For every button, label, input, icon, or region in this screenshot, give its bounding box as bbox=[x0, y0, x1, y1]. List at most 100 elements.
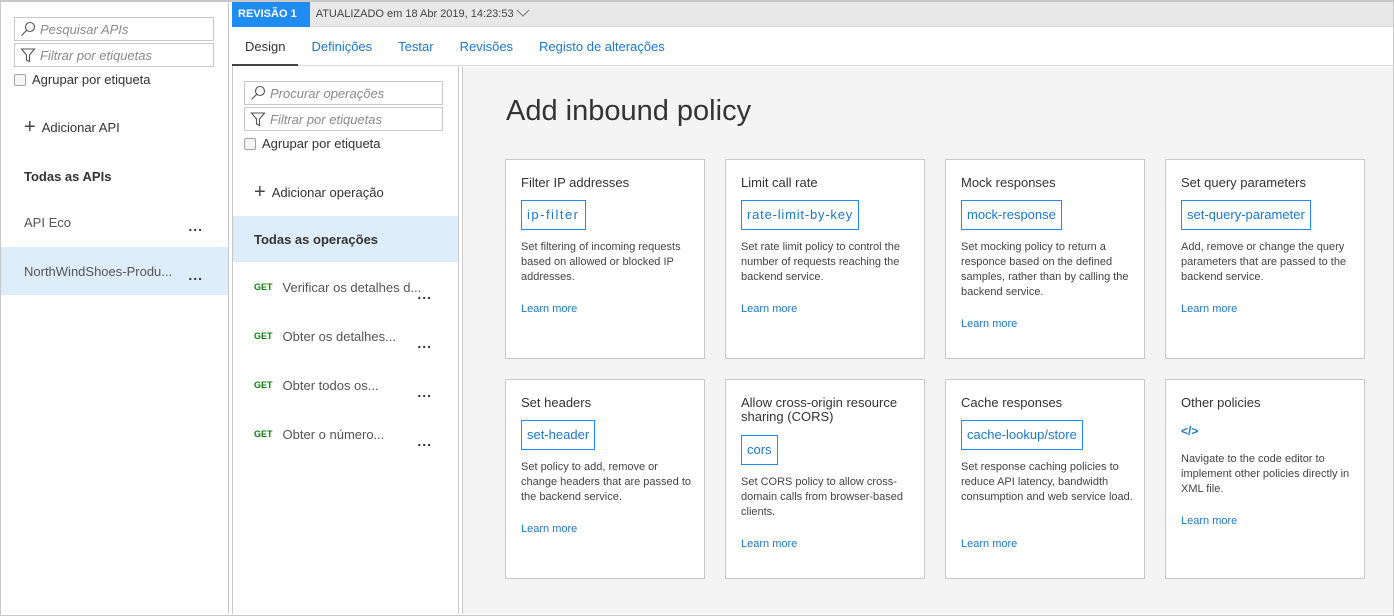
learn-more-link[interactable]: Learn more bbox=[961, 538, 1017, 550]
operation-item[interactable]: GET Obter todos os... ... bbox=[233, 362, 458, 408]
card-description: Navigate to the code editor to implement… bbox=[1181, 453, 1350, 495]
operation-item[interactable]: GET Obter o número... ... bbox=[233, 411, 458, 457]
search-icon bbox=[19, 20, 37, 38]
api-name: NorthWindShoes-Produ... bbox=[24, 263, 173, 279]
learn-more-link[interactable]: Learn more bbox=[1181, 303, 1237, 315]
revision-bar: REVISÃO 1 ATUALIZADO em 18 Abr 2019, 14:… bbox=[232, 1, 1393, 27]
http-verb-badge: GET bbox=[254, 380, 273, 390]
all-apis-title[interactable]: Todas as APIs bbox=[24, 169, 111, 184]
more-options-icon[interactable]: ... bbox=[417, 434, 432, 448]
operation-filter-input[interactable] bbox=[270, 111, 440, 127]
operation-name: Obter os detalhes... bbox=[282, 328, 396, 344]
more-options-icon[interactable]: ... bbox=[188, 219, 203, 233]
policy-card-set-query-parameter[interactable]: Set query parameters set-query-parameter… bbox=[1165, 159, 1365, 359]
policy-code-button[interactable]: set-query-parameter bbox=[1181, 200, 1311, 230]
api-list-item[interactable]: NorthWindShoes-Produ... ... bbox=[1, 247, 228, 295]
policy-card-cache[interactable]: Cache responses cache-lookup/store Set r… bbox=[945, 379, 1145, 579]
policy-card-rate-limit[interactable]: Limit call rate rate-limit-by-key Set ra… bbox=[725, 159, 925, 359]
policy-card-other[interactable]: Other policies </> Navigate to the code … bbox=[1165, 379, 1365, 579]
policy-card-set-header[interactable]: Set headers set-header Set policy to add… bbox=[505, 379, 705, 579]
api-search-input[interactable] bbox=[40, 21, 210, 37]
all-operations-item[interactable]: Todas as operações bbox=[233, 216, 458, 262]
tab-test[interactable]: Testar bbox=[385, 28, 446, 66]
api-filter-input[interactable] bbox=[40, 47, 210, 63]
page-title: Add inbound policy bbox=[506, 95, 752, 127]
api-list-item[interactable]: API Eco ... bbox=[1, 198, 228, 246]
group-by-tag-label: Agrupar por etiqueta bbox=[32, 72, 151, 87]
card-title: Other policies bbox=[1181, 395, 1261, 410]
more-options-icon[interactable]: ... bbox=[417, 385, 432, 399]
group-by-tag-checkbox[interactable] bbox=[244, 137, 256, 150]
api-group-by-tag[interactable]: Agrupar por etiqueta bbox=[14, 72, 151, 87]
code-icon[interactable]: </> bbox=[1181, 424, 1198, 438]
add-operation-button[interactable]: + Adicionar operação bbox=[254, 182, 384, 202]
revision-selector[interactable]: ATUALIZADO em 18 Abr 2019, 14:23:53 bbox=[316, 8, 530, 21]
learn-more-link[interactable]: Learn more bbox=[961, 318, 1017, 330]
api-list-panel: Agrupar por etiqueta + Adicionar API Tod… bbox=[1, 2, 229, 614]
card-title: Set query parameters bbox=[1181, 175, 1307, 190]
group-by-tag-checkbox[interactable] bbox=[14, 73, 26, 86]
policy-code-button[interactable]: cors bbox=[741, 435, 778, 465]
group-by-tag-label: Agrupar por etiqueta bbox=[262, 136, 381, 151]
card-description: Set response caching policies to reduce … bbox=[961, 461, 1133, 503]
operation-search-box[interactable] bbox=[244, 81, 443, 105]
policy-card-cors[interactable]: Allow cross-origin resource sharing (COR… bbox=[725, 379, 925, 579]
updated-text: ATUALIZADO em 18 Abr 2019, 14:23:53 bbox=[315, 8, 514, 20]
policy-card-ip-filter[interactable]: Filter IP addresses ip-filter Set filter… bbox=[505, 159, 705, 359]
http-verb-badge: GET bbox=[254, 331, 273, 341]
http-verb-badge: GET bbox=[254, 282, 273, 292]
policy-code-button[interactable]: rate-limit-by-key bbox=[741, 200, 860, 230]
tab-bar: Design Definições Testar Revisões Regist… bbox=[232, 28, 1393, 67]
card-title: Set headers bbox=[521, 395, 592, 410]
card-title: Mock responses bbox=[961, 175, 1056, 190]
policy-card-mock-response[interactable]: Mock responses mock-response Set mocking… bbox=[945, 159, 1145, 359]
card-title: Limit call rate bbox=[741, 175, 818, 190]
plus-icon: + bbox=[24, 116, 36, 138]
revision-badge: REVISÃO 1 bbox=[232, 1, 310, 27]
operation-filter-box[interactable] bbox=[244, 107, 443, 131]
learn-more-link[interactable]: Learn more bbox=[521, 303, 577, 315]
operation-name: Obter todos os... bbox=[282, 377, 379, 393]
card-description: Set policy to add, remove or change head… bbox=[521, 461, 692, 503]
card-description: Set mocking policy to return a responce … bbox=[961, 241, 1129, 298]
operation-name: Obter o número... bbox=[282, 426, 385, 442]
policy-code-button[interactable]: set-header bbox=[521, 420, 596, 450]
policy-code-button[interactable]: ip-filter bbox=[521, 200, 586, 230]
operation-name: Verificar os detalhes d... bbox=[282, 279, 422, 295]
tab-changelog[interactable]: Registo de alterações bbox=[526, 28, 678, 66]
operation-search-input[interactable] bbox=[270, 85, 440, 101]
chevron-down-icon[interactable] bbox=[516, 8, 530, 21]
tab-design[interactable]: Design bbox=[232, 28, 299, 67]
http-verb-badge: GET bbox=[254, 429, 273, 439]
more-options-icon[interactable]: ... bbox=[188, 268, 203, 282]
card-description: Set filtering of incoming requests based… bbox=[521, 241, 681, 283]
card-title: Filter IP addresses bbox=[521, 175, 630, 190]
learn-more-link[interactable]: Learn more bbox=[741, 538, 797, 550]
add-api-button[interactable]: + Adicionar API bbox=[24, 117, 120, 137]
api-search-box[interactable] bbox=[14, 17, 214, 41]
operation-item[interactable]: GET Verificar os detalhes d... ... bbox=[233, 264, 458, 310]
card-title: Cache responses bbox=[961, 395, 1063, 410]
filter-icon bbox=[249, 110, 267, 128]
learn-more-link[interactable]: Learn more bbox=[1181, 515, 1237, 527]
tab-definitions[interactable]: Definições bbox=[298, 28, 385, 66]
api-filter-box[interactable] bbox=[14, 43, 214, 67]
operation-item[interactable]: GET Obter os detalhes... ... bbox=[233, 313, 458, 359]
more-options-icon[interactable]: ... bbox=[417, 287, 432, 301]
card-description: Add, remove or change the query paramete… bbox=[1181, 241, 1347, 283]
policy-code-button[interactable]: mock-response bbox=[961, 200, 1062, 230]
operations-panel: Agrupar por etiqueta + Adicionar operaçã… bbox=[232, 66, 459, 614]
policy-code-button[interactable]: cache-lookup/store bbox=[961, 420, 1083, 450]
more-options-icon[interactable]: ... bbox=[417, 336, 432, 350]
search-icon bbox=[249, 84, 267, 102]
api-name: API Eco bbox=[24, 214, 71, 230]
tab-revisions[interactable]: Revisões bbox=[447, 28, 526, 66]
learn-more-link[interactable]: Learn more bbox=[741, 303, 797, 315]
learn-more-link[interactable]: Learn more bbox=[521, 523, 577, 535]
card-title: Allow cross-origin resource sharing (COR… bbox=[741, 395, 898, 424]
all-operations-label: Todas as operações bbox=[254, 231, 379, 247]
operation-group-by-tag[interactable]: Agrupar por etiqueta bbox=[244, 136, 381, 151]
plus-icon: + bbox=[254, 181, 266, 203]
filter-icon bbox=[19, 46, 37, 64]
card-description: Set rate limit policy to control the num… bbox=[741, 241, 900, 283]
